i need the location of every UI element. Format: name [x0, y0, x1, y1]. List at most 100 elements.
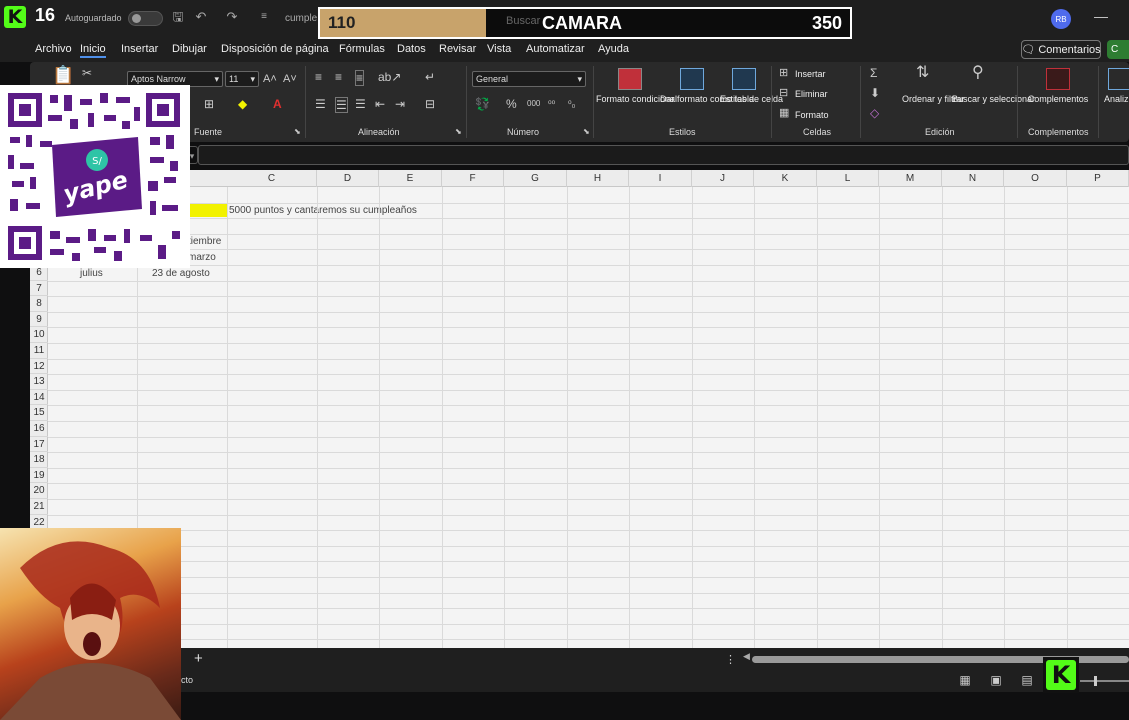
dialog-launcher-icon[interactable]: ⬊ [583, 125, 590, 139]
insert-cells-button[interactable]: Insertar [795, 68, 826, 80]
align-bottom-icon[interactable]: ≡ [355, 70, 365, 86]
column-header-i[interactable]: I [629, 170, 692, 187]
conditional-format-button[interactable]: Formato condicional [596, 93, 677, 105]
align-center-icon[interactable]: ☰ [335, 97, 348, 113]
row-header-13[interactable]: 13 [30, 374, 48, 390]
dialog-launcher-icon[interactable]: ⬊ [294, 125, 301, 139]
column-header-j[interactable]: J [692, 170, 754, 187]
accounting-format-icon[interactable]: 💱 [475, 97, 490, 111]
orientation-icon[interactable]: ab↗ [378, 70, 401, 84]
format-cells-button[interactable]: Formato [795, 109, 829, 121]
autosum-icon[interactable]: Σ [870, 66, 877, 80]
row-header-15[interactable]: 15 [30, 405, 48, 421]
cell-styles-icon[interactable] [732, 68, 756, 90]
row-header-14[interactable]: 14 [30, 390, 48, 406]
row-header-19[interactable]: 19 [30, 468, 48, 484]
row-header-16[interactable]: 16 [30, 421, 48, 437]
format-table-icon[interactable] [680, 68, 704, 90]
save-icon[interactable]: 🖫 [170, 9, 186, 25]
cut-icon[interactable]: ✂ [82, 66, 92, 80]
cell-b4[interactable]: tiembre [188, 234, 221, 249]
user-avatar[interactable]: RB [1051, 9, 1071, 29]
tab-formulas[interactable]: Fórmulas [339, 43, 385, 55]
format-table-button[interactable]: Dar formato como tabla [660, 93, 754, 105]
decrease-decimal-icon[interactable]: ⁰₀ [568, 97, 575, 111]
row-header-17[interactable]: 17 [30, 437, 48, 453]
row-header-20[interactable]: 20 [30, 483, 48, 499]
column-header-k[interactable]: K [754, 170, 817, 187]
tab-revisar[interactable]: Revisar [439, 43, 476, 55]
add-sheet-button[interactable]: + [194, 650, 203, 667]
delete-cells-button[interactable]: Eliminar [795, 88, 828, 100]
row-header-11[interactable]: 11 [30, 343, 48, 359]
increase-indent-icon[interactable]: ⇥ [395, 97, 405, 111]
font-color-icon[interactable]: A [273, 97, 282, 111]
column-header-e[interactable]: E [379, 170, 442, 187]
share-button[interactable]: C [1107, 40, 1129, 59]
align-left-icon[interactable]: ☰ [315, 97, 326, 111]
redo-icon[interactable]: ↷ [224, 9, 240, 25]
analyze-data-icon[interactable] [1108, 68, 1129, 90]
cell-b6[interactable]: 23 de agosto [152, 266, 210, 281]
tab-inicio[interactable]: Inicio [80, 43, 106, 58]
fill-icon[interactable]: ⬇ [870, 86, 880, 100]
borders-icon[interactable]: ⊞ [204, 97, 214, 111]
comments-button[interactable]: 🗨 Comentarios [1021, 40, 1101, 59]
column-header-l[interactable]: L [817, 170, 879, 187]
page-layout-icon[interactable]: ▣ [989, 673, 1003, 687]
column-header-h[interactable]: H [567, 170, 629, 187]
zoom-slider[interactable] [1080, 680, 1129, 682]
column-header-d[interactable]: D [317, 170, 379, 187]
decrease-indent-icon[interactable]: ⇤ [375, 97, 385, 111]
sort-filter-button[interactable]: Ordenar y filtrar [902, 93, 965, 105]
scroll-left-icon[interactable]: ◀ [743, 651, 750, 662]
column-header-n[interactable]: N [942, 170, 1004, 187]
row-header-10[interactable]: 10 [30, 327, 48, 343]
cell-styles-button[interactable]: Estilos de celda [720, 93, 783, 105]
tab-insertar[interactable]: Insertar [121, 43, 158, 55]
formula-bar-input[interactable] [198, 145, 1129, 165]
tab-datos[interactable]: Datos [397, 43, 426, 55]
tab-automatizar[interactable]: Automatizar [526, 43, 585, 55]
sheet-options-icon[interactable]: ⋮ [725, 653, 736, 666]
find-select-button[interactable]: Buscar y seleccionar [952, 93, 1035, 105]
sort-filter-icon[interactable]: ⇅ [916, 65, 929, 81]
insert-cells-icon[interactable]: ⊞ [779, 66, 788, 80]
row-header-18[interactable]: 18 [30, 452, 48, 468]
column-header-m[interactable]: M [879, 170, 942, 187]
column-header-g[interactable]: G [504, 170, 567, 187]
decrease-font-icon[interactable]: A˅ [283, 72, 297, 86]
tab-ayuda[interactable]: Ayuda [598, 43, 629, 55]
cell-c2[interactable]: 5000 puntos y cantaremos su cumpleaños [229, 203, 417, 218]
clear-icon[interactable]: ◇ [870, 106, 879, 120]
fill-color-icon[interactable]: ◆ [238, 97, 247, 111]
comma-style-icon[interactable]: 000 [527, 97, 540, 111]
find-select-icon[interactable]: ⚲ [972, 65, 984, 81]
format-cells-icon[interactable]: ▦ [779, 106, 789, 120]
column-header-c[interactable]: C [227, 170, 317, 187]
increase-decimal-icon[interactable]: ⁰⁰ [548, 97, 555, 111]
merge-center-icon[interactable]: ⊟ [425, 97, 435, 111]
font-size-select[interactable]: 11 ▾ [225, 71, 259, 87]
analyze-data-button[interactable]: Analiz datos [1104, 93, 1129, 105]
column-header-f[interactable]: F [442, 170, 504, 187]
row-header-9[interactable]: 9 [30, 312, 48, 328]
number-format-select[interactable]: General ▾ [472, 71, 586, 87]
undo-icon[interactable]: ↶ [193, 9, 209, 25]
increase-font-icon[interactable]: A˄ [263, 72, 277, 86]
row-header-21[interactable]: 21 [30, 499, 48, 515]
dialog-launcher-icon[interactable]: ⬊ [455, 125, 462, 139]
minimize-icon[interactable]: — [1094, 8, 1108, 24]
customize-toolbar-icon[interactable]: ≡ [256, 9, 272, 25]
addins-button[interactable]: Complementos [1024, 93, 1092, 105]
column-header-p[interactable]: P [1067, 170, 1129, 187]
addins-icon[interactable] [1046, 68, 1070, 90]
row-header-8[interactable]: 8 [30, 296, 48, 312]
autosave-toggle[interactable] [128, 11, 163, 26]
align-middle-icon[interactable]: ≡ [335, 70, 342, 84]
delete-cells-icon[interactable]: ⊟ [779, 86, 788, 100]
conditional-format-icon[interactable] [618, 68, 642, 90]
normal-view-icon[interactable]: ▦ [958, 673, 972, 687]
tab-disposicion[interactable]: Disposición de página [221, 43, 329, 55]
align-top-icon[interactable]: ≡ [315, 70, 322, 84]
